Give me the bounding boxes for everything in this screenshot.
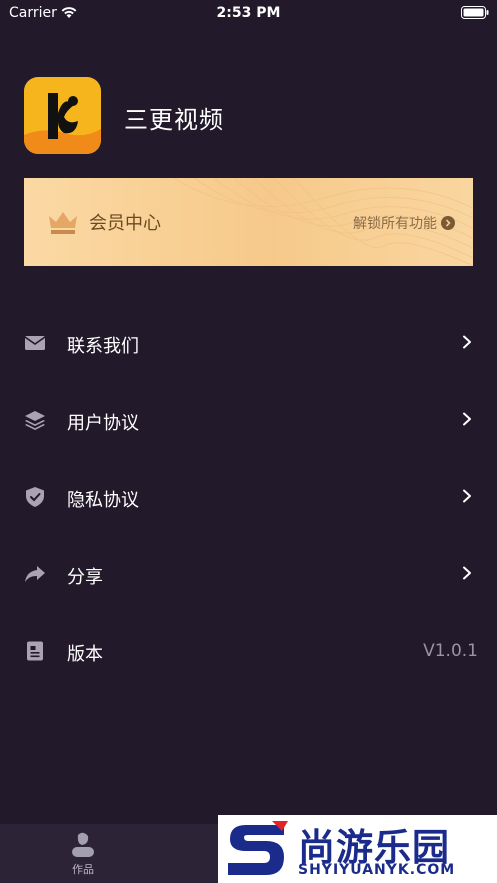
user-profile-icon bbox=[72, 832, 94, 857]
unlock-features-link[interactable]: 解锁所有功能 bbox=[353, 213, 455, 233]
menu-item-label: 隐私协议 bbox=[67, 490, 139, 511]
chevron-right-icon bbox=[463, 412, 471, 426]
menu-item-label: 用户协议 bbox=[67, 413, 139, 434]
arrow-circle-icon bbox=[441, 216, 455, 230]
menu-item-label: 联系我们 bbox=[67, 336, 139, 357]
app-logo bbox=[24, 77, 101, 154]
watermark-logo-icon bbox=[228, 821, 288, 875]
mail-icon bbox=[24, 336, 46, 350]
crown-icon bbox=[49, 212, 77, 234]
layers-icon bbox=[25, 411, 45, 430]
vip-center-banner[interactable]: 会员中心 解锁所有功能 bbox=[24, 178, 473, 266]
chevron-right-icon bbox=[463, 566, 471, 580]
menu-item-label: 分享 bbox=[67, 567, 103, 588]
app-logo-icon bbox=[24, 77, 101, 154]
status-time: 2:53 PM bbox=[216, 5, 281, 21]
menu-item-version: 版本 V1.0.1 bbox=[0, 620, 497, 680]
menu-item-privacy-policy[interactable]: 隐私协议 bbox=[0, 466, 497, 526]
status-bar: Carrier 2:53 PM bbox=[0, 0, 497, 26]
unlock-features-label: 解锁所有功能 bbox=[353, 216, 437, 232]
watermark-domain: SHYIYUANYK.COM bbox=[298, 862, 456, 878]
version-value: V1.0.1 bbox=[423, 641, 478, 661]
watermark-banner: 尚游乐园 SHYIYUANYK.COM bbox=[218, 815, 497, 883]
tab-works-label: 作品 bbox=[72, 863, 94, 876]
shield-check-icon bbox=[26, 487, 44, 507]
document-icon bbox=[27, 641, 43, 661]
battery-icon bbox=[461, 6, 489, 19]
menu-item-user-agreement[interactable]: 用户协议 bbox=[0, 389, 497, 449]
share-arrow-icon bbox=[25, 566, 45, 582]
menu-item-label: 版本 bbox=[67, 644, 103, 665]
chevron-right-icon bbox=[463, 335, 471, 349]
tab-works[interactable]: 作品 bbox=[50, 828, 116, 883]
menu-item-contact-us[interactable]: 联系我们 bbox=[0, 312, 497, 372]
menu-item-share[interactable]: 分享 bbox=[0, 543, 497, 603]
app-title: 三更视频 bbox=[124, 106, 224, 134]
vip-center-label: 会员中心 bbox=[89, 213, 161, 234]
chevron-right-icon bbox=[463, 489, 471, 503]
